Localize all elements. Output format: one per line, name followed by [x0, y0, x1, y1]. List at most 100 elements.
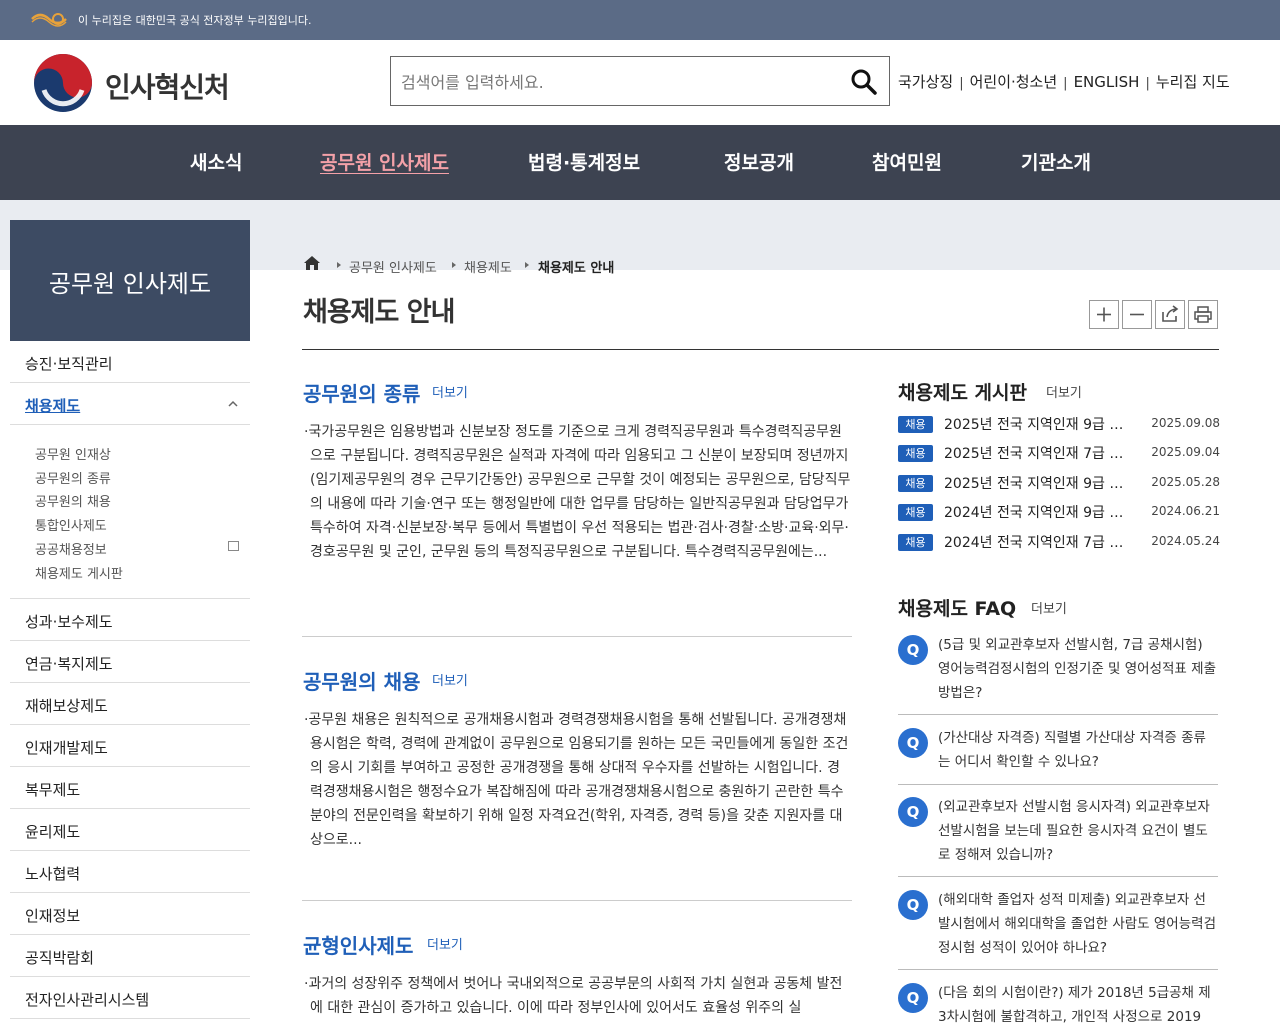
separator: | [959, 76, 964, 91]
faq-question[interactable]: (5급 및 외교관후보자 선발시험, 7급 공채시험) 영어능력검정시험의 인정… [938, 633, 1218, 705]
util-link-national-symbols[interactable]: 국가상징 [898, 73, 953, 91]
board-row-date: 2025.09.08 [1151, 416, 1220, 430]
chevron-up-icon[interactable] [228, 399, 238, 409]
sidebar-item-promotion[interactable]: 승진·보직관리 [10, 341, 250, 383]
submenu-item-ideal-talent[interactable]: 공무원 인재상 [35, 444, 111, 463]
section-text: ·과거의 성장위주 정책에서 벗어나 국내외적으로 공공부문의 사회적 가치 실… [304, 976, 843, 1016]
util-link-sitemap[interactable]: 누리집 지도 [1156, 73, 1230, 91]
search-icon[interactable] [849, 67, 879, 97]
breadcrumb-item[interactable]: 공무원 인사제도 [349, 257, 437, 276]
sidebar-item-ethics[interactable]: 윤리제도 [10, 809, 250, 851]
plus-icon [1097, 307, 1111, 322]
sidebar-item-talent-info[interactable]: 인재정보 [10, 893, 250, 935]
site-header: 인사혁신처 국가상징 | 어린이·청소년 | ENGLISH | 누리집 지도 [0, 40, 1280, 125]
gov-banner-text: 이 누리집은 대한민국 공식 전자정부 누리집입니다. [78, 14, 312, 27]
gov-banner: 이 누리집은 대한민국 공식 전자정부 누리집입니다. [0, 0, 1280, 40]
board-row[interactable]: 채용 2025년 전국 지역인재 7급 수습직원 선발시험 2025.09.04 [898, 442, 1220, 466]
zoom-out-button[interactable] [1122, 300, 1152, 329]
sidebar-item-e-hr[interactable]: 전자인사관리시스템 [10, 977, 250, 1019]
faq-item[interactable]: Q (가산대상 자격증) 직렬별 가산대상 자격증 종류는 어디서 확인할 수 … [898, 726, 1218, 776]
board-row-date: 2024.06.21 [1151, 504, 1220, 518]
faq-item[interactable]: Q (5급 및 외교관후보자 선발시험, 7급 공채시험) 영어능력검정시험의 … [898, 633, 1218, 707]
board-row[interactable]: 채용 2024년 전국 지역인재 9급 수습직원 선발시험 2024.06.21 [898, 501, 1220, 525]
submenu-item-recruitment[interactable]: 공무원의 채용 [35, 491, 111, 510]
faq-more-link[interactable]: 더보기 [1031, 598, 1067, 617]
section-title-recruitment: 공무원의 채용 [303, 670, 421, 694]
utility-links: 국가상징 | 어린이·청소년 | ENGLISH | 누리집 지도 [898, 71, 1230, 92]
sidebar-item-recruitment[interactable]: 채용제도 [10, 383, 250, 425]
section-body-recruitment: ·공무원 채용은 원칙적으로 공개채용시험과 경력경쟁채용시험을 통해 선발됩니… [304, 708, 852, 876]
sidebar-item-label: 윤리제도 [25, 823, 81, 841]
breadcrumb-separator-icon [452, 262, 456, 268]
government-symbol-icon [31, 13, 67, 27]
sidebar-item-service[interactable]: 복무제도 [10, 767, 250, 809]
sidebar-submenu: 공무원 인재상 공무원의 종류 공무원의 채용 통합인사제도 공공채용정보 채용… [10, 425, 250, 599]
separator: | [1145, 76, 1150, 91]
sidebar-item-accident-comp[interactable]: 재해보상제도 [10, 683, 250, 725]
faq-divider [898, 876, 1218, 877]
faq-question[interactable]: (다음 회의 시험이란?) 제가 2018년 5급공채 제3차시험에 불합격하고… [938, 981, 1218, 1024]
nav-item-disclosure[interactable]: 정보공개 [724, 148, 794, 175]
faq-question[interactable]: (해외대학 졸업자 성적 미제출) 외교관후보자 선발시험에서 해외대학을 졸업… [938, 888, 1218, 960]
board-row-title[interactable]: 2025년 전국 지역인재 9급 수습직원 선발시험 [944, 414, 1130, 434]
board-row-date: 2025.05.28 [1151, 475, 1220, 489]
nav-item-news[interactable]: 새소식 [190, 148, 242, 175]
question-icon: Q [898, 890, 928, 920]
board-row-title[interactable]: 2025년 전국 지역인재 7급 수습직원 선발시험 [944, 443, 1130, 463]
faq-question[interactable]: (외교관후보자 선발시험 응시자격) 외교관후보자 선발시험을 보는데 필요한 … [938, 795, 1218, 867]
more-link-balanced[interactable]: 더보기 [427, 934, 463, 953]
faq-item[interactable]: Q (다음 회의 시험이란?) 제가 2018년 5급공채 제3차시험에 불합격… [898, 981, 1218, 1024]
question-icon: Q [898, 728, 928, 758]
util-link-kids[interactable]: 어린이·청소년 [970, 73, 1058, 91]
sidebar-item-label: 노사협력 [25, 865, 81, 883]
sidebar-item-job-fair[interactable]: 공직박람회 [10, 935, 250, 977]
faq-item[interactable]: Q (해외대학 졸업자 성적 미제출) 외교관후보자 선발시험에서 해외대학을 … [898, 888, 1218, 962]
section-body-balanced: ·과거의 성장위주 정책에서 벗어나 국내외적으로 공공부문의 사회적 가치 실… [304, 972, 852, 1024]
sidebar-item-label: 재해보상제도 [25, 697, 108, 715]
board-row-date: 2024.05.24 [1151, 534, 1220, 548]
sidebar-item-pension[interactable]: 연금·복지제도 [10, 641, 250, 683]
print-button[interactable] [1188, 300, 1218, 329]
sidebar-item-talent-dev[interactable]: 인재개발제도 [10, 725, 250, 767]
section-title-balanced: 균형인사제도 [303, 934, 414, 958]
faq-title: 채용제도 FAQ [898, 598, 1017, 620]
minus-icon [1130, 313, 1144, 316]
board-row-title[interactable]: 2025년 전국 지역인재 9급 수습직원 선발시험 [944, 473, 1130, 493]
nav-item-law-statistics[interactable]: 법령·통계정보 [528, 148, 640, 175]
section-text: ·국가공무원은 임용방법과 신분보장 정도를 기준으로 크게 경력직공무원과 특… [304, 424, 851, 560]
sidebar-item-performance-pay[interactable]: 성과·보수제도 [10, 599, 250, 641]
taegeuk-logo-icon[interactable] [32, 52, 94, 114]
home-icon[interactable] [303, 255, 321, 271]
nav-item-participation[interactable]: 참여민원 [872, 148, 942, 175]
board-row-title[interactable]: 2024년 전국 지역인재 7급 수습직원 선발시험 [944, 532, 1130, 552]
sidebar-item-labor[interactable]: 노사협력 [10, 851, 250, 893]
more-link-recruitment[interactable]: 더보기 [432, 670, 468, 689]
submenu-item-integrated[interactable]: 통합인사제도 [35, 515, 107, 534]
print-icon [1194, 306, 1212, 323]
search-input[interactable] [401, 67, 831, 97]
section-body-types: ·국가공무원은 임용방법과 신분보장 정도를 기준으로 크게 경력직공무원과 특… [304, 420, 852, 612]
site-logo-text[interactable]: 인사혁신처 [105, 66, 230, 106]
board-row[interactable]: 채용 2024년 전국 지역인재 7급 수습직원 선발시험 2024.05.24 [898, 531, 1220, 555]
more-link-types[interactable]: 더보기 [432, 382, 468, 401]
breadcrumb-item[interactable]: 채용제도 [464, 257, 512, 276]
faq-question[interactable]: (가산대상 자격증) 직렬별 가산대상 자격증 종류는 어디서 확인할 수 있나… [938, 726, 1218, 774]
zoom-in-button[interactable] [1089, 300, 1119, 329]
nav-item-personnel-system[interactable]: 공무원 인사제도 [320, 148, 449, 175]
submenu-item-public-recruit-info[interactable]: 공공채용정보 [35, 539, 107, 558]
board-row[interactable]: 채용 2025년 전국 지역인재 9급 수습직원 선발시험 2025.09.08 [898, 413, 1220, 437]
faq-divider [898, 784, 1218, 785]
board-row-title[interactable]: 2024년 전국 지역인재 9급 수습직원 선발시험 [944, 502, 1130, 522]
board-more-link[interactable]: 더보기 [1046, 382, 1082, 401]
board-row[interactable]: 채용 2025년 전국 지역인재 9급 수습직원 선발시험 2025.05.28 [898, 472, 1220, 496]
nav-item-about[interactable]: 기관소개 [1021, 148, 1091, 175]
sidebar-item-label: 성과·보수제도 [25, 613, 113, 631]
faq-item[interactable]: Q (외교관후보자 선발시험 응시자격) 외교관후보자 선발시험을 보는데 필요… [898, 795, 1218, 869]
sidebar-header: 공무원 인사제도 [10, 220, 250, 341]
board-title: 채용제도 게시판 [898, 382, 1027, 404]
submenu-item-board[interactable]: 채용제도 게시판 [35, 563, 123, 582]
util-link-english[interactable]: ENGLISH [1074, 73, 1140, 91]
category-badge: 채용 [898, 445, 933, 462]
submenu-item-types[interactable]: 공무원의 종류 [35, 468, 111, 487]
share-button[interactable] [1155, 300, 1185, 329]
